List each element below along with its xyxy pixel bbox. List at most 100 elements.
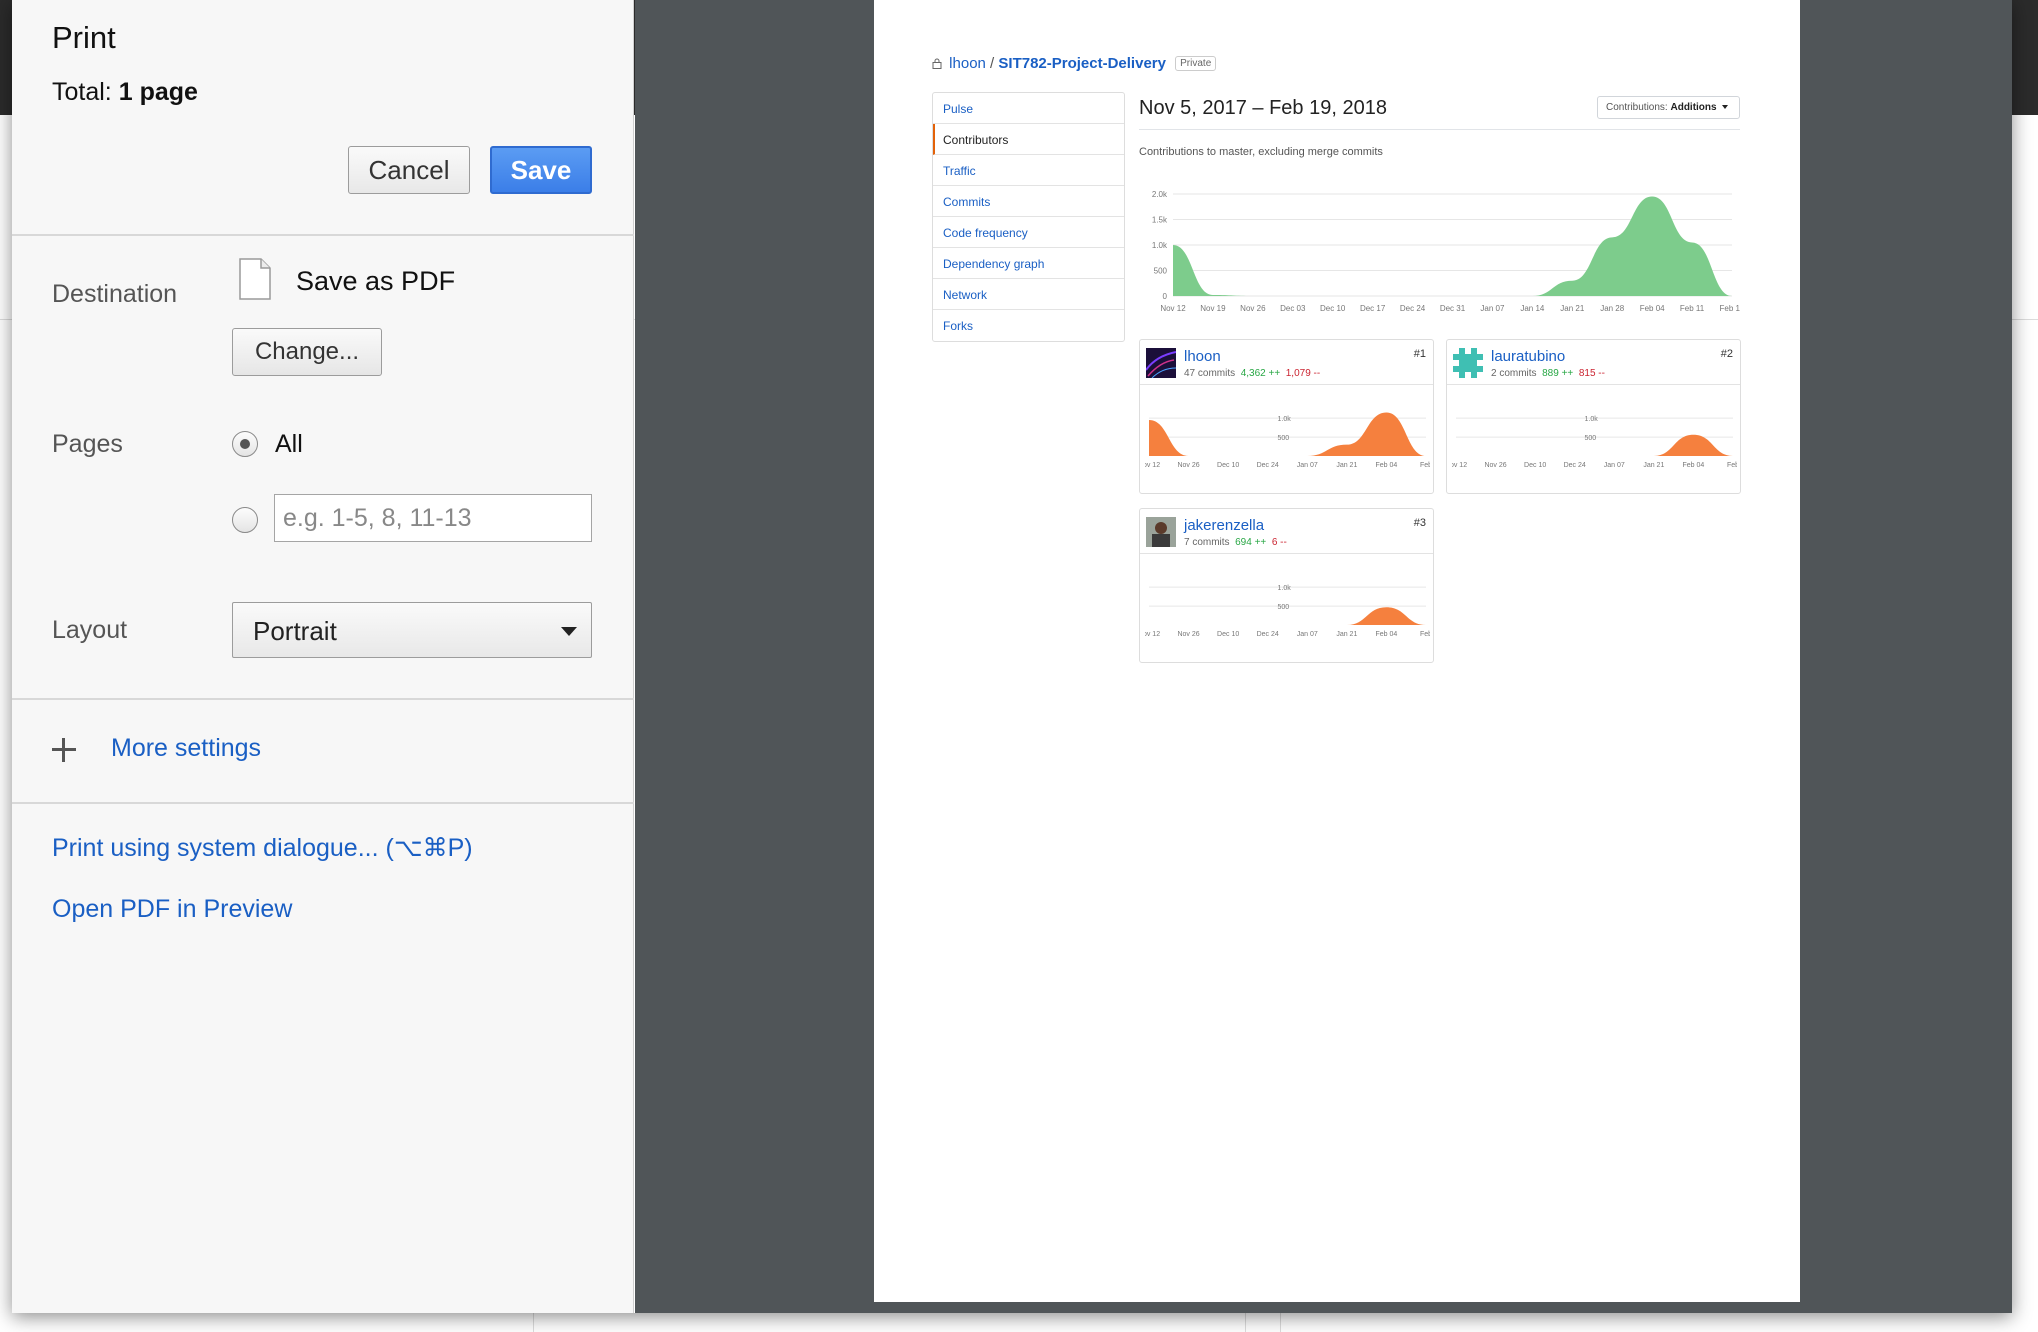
- x-tick-label: Nov 12: [1452, 462, 1467, 469]
- y-tick-label: 0: [1163, 292, 1168, 301]
- dropdown-arrow-icon: [561, 627, 577, 636]
- menu-item-dependency-graph[interactable]: Dependency graph: [933, 248, 1124, 279]
- x-tick-label: Dec 10: [1217, 462, 1239, 469]
- deletions-count: 815 --: [1578, 368, 1605, 379]
- total-pages: Total: 1 page: [52, 78, 198, 107]
- plus-icon: [52, 738, 76, 762]
- x-tick-label: Nov 26: [1177, 462, 1199, 469]
- contributor-rank: #2: [1720, 348, 1733, 360]
- private-badge: Private: [1175, 56, 1217, 71]
- y-tick-label: 500: [1585, 435, 1597, 442]
- destination-label: Destination: [52, 280, 178, 308]
- series-area: [1173, 196, 1732, 296]
- pages-all-radio[interactable]: [232, 431, 258, 457]
- main-contributions-chart: 2.0k 1.5k 1.0k 500 0 Nov 12 Nov 19 Nov 26 Dec 03…: [1152, 190, 1740, 313]
- contributions-select[interactable]: Contributions: Additions: [1597, 96, 1740, 119]
- x-tick-label: Feb 11: [1680, 304, 1705, 313]
- avatar-image-icon: [1145, 348, 1177, 379]
- contributor-header: lhoon 47 commits 4,362 ++ 1,079 -- #1: [1140, 340, 1433, 385]
- x-tick-label: Feb: [1420, 462, 1430, 469]
- more-settings-label: More settings: [111, 734, 262, 762]
- y-tick-label: 1.0k: [1278, 585, 1292, 592]
- destination-value: Save as PDF: [296, 266, 456, 296]
- insights-menu: Pulse Contributors Traffic Commits Code freq…: [932, 92, 1125, 342]
- contributor-header: lauratubino 2 commits 889 ++ 815 -- #2: [1447, 340, 1740, 385]
- menu-item-traffic[interactable]: Traffic: [933, 155, 1124, 186]
- x-tick-label: Dec 10: [1320, 304, 1346, 313]
- x-tick-label: Jan 21: [1336, 462, 1357, 469]
- contributor-card: lauratubino 2 commits 889 ++ 815 -- #2 1.0k…: [1446, 339, 1741, 494]
- pdf-file-icon: [239, 258, 271, 300]
- change-destination-button[interactable]: Change...: [232, 328, 382, 376]
- x-tick-label: Nov 26: [1484, 462, 1506, 469]
- menu-item-network[interactable]: Network: [933, 279, 1124, 310]
- y-tick-label: 500: [1278, 604, 1290, 611]
- deletions-count: 1,079 --: [1285, 368, 1321, 379]
- print-preview-area: lhoon / SIT782-Project-Delivery Private …: [635, 0, 2012, 1313]
- open-pdf-preview-link[interactable]: Open PDF in Preview: [52, 895, 292, 924]
- x-tick-label: Nov 19: [1200, 304, 1226, 313]
- deletions-count: 6 --: [1271, 537, 1287, 548]
- avatar[interactable]: [1453, 348, 1483, 378]
- x-tick-label: Nov 26: [1240, 304, 1266, 313]
- system-dialog-link[interactable]: Print using system dialogue... (⌥⌘P): [52, 833, 473, 863]
- radio-selected-dot: [240, 439, 250, 449]
- layout-select[interactable]: Portrait: [232, 602, 592, 658]
- contributor-chart: 1.0k 500 Nov 12 Nov 26 Dec 10 Dec 24 Jan 07 Jan…: [1145, 412, 1430, 469]
- y-tick-label: 1.0k: [1152, 241, 1168, 250]
- x-tick-label: Feb 04: [1376, 631, 1398, 638]
- total-value: 1 page: [118, 78, 198, 106]
- menu-item-forks[interactable]: Forks: [933, 310, 1124, 341]
- contributor-name-link[interactable]: jakerenzella: [1184, 517, 1264, 534]
- commit-count: 7 commits: [1184, 537, 1230, 548]
- pages-custom-radio[interactable]: [232, 507, 258, 533]
- pages-label: Pages: [52, 430, 123, 458]
- repo-breadcrumb: lhoon / SIT782-Project-Delivery Private: [932, 55, 1217, 72]
- x-tick-label: Nov 12: [1160, 304, 1186, 313]
- preview-page: lhoon / SIT782-Project-Delivery Private …: [874, 0, 1800, 1302]
- x-tick-label: Jan 07: [1604, 462, 1625, 469]
- contributor-header: jakerenzella 7 commits 694 ++ 6 -- #3: [1140, 509, 1433, 554]
- contributor-name-link[interactable]: lhoon: [1184, 348, 1221, 365]
- x-tick-label: Nov 12: [1145, 462, 1160, 469]
- y-tick-label: 2.0k: [1152, 190, 1168, 199]
- lock-icon: [932, 58, 942, 69]
- contributor-name-link[interactable]: lauratubino: [1491, 348, 1565, 365]
- x-tick-label: Dec 24: [1564, 462, 1586, 469]
- save-button[interactable]: Save: [490, 146, 592, 194]
- contributor-rank: #3: [1413, 517, 1426, 529]
- print-header: Print Total: 1 page Cancel Save: [12, 0, 634, 236]
- x-tick-label: Feb 04: [1683, 462, 1705, 469]
- x-tick-label: Dec 24: [1257, 631, 1279, 638]
- x-tick-label: Feb: [1420, 631, 1430, 638]
- contributor-chart: 1.0k 500 Nov 12 Nov 26 Dec 10 Dec 24 Jan 07 Jan…: [1452, 416, 1737, 469]
- contributor-stats: 7 commits 694 ++ 6 --: [1184, 537, 1287, 548]
- pages-range-input[interactable]: [274, 494, 592, 542]
- x-tick-label: Feb 04: [1640, 304, 1665, 313]
- menu-item-contributors[interactable]: Contributors: [933, 124, 1124, 155]
- avatar[interactable]: [1146, 517, 1176, 547]
- contributor-stats: 2 commits 889 ++ 815 --: [1491, 368, 1605, 379]
- contributions-subtitle: Contributions to master, excluding merge…: [1139, 146, 1383, 158]
- x-tick-label: Nov 12: [1145, 631, 1160, 638]
- x-tick-label: Jan 21: [1643, 462, 1664, 469]
- y-tick-label: 1.0k: [1585, 416, 1599, 423]
- additions-count: 694 ++: [1235, 537, 1267, 548]
- additions-count: 4,362 ++: [1240, 368, 1281, 379]
- menu-item-code-frequency[interactable]: Code frequency: [933, 217, 1124, 248]
- x-tick-label: Jan 28: [1600, 304, 1625, 313]
- repo-owner-link[interactable]: lhoon: [949, 55, 986, 72]
- menu-item-pulse[interactable]: Pulse: [933, 93, 1124, 124]
- y-tick-label: 500: [1278, 435, 1290, 442]
- dialog-title: Print: [52, 20, 116, 55]
- section-divider: [12, 802, 634, 804]
- avatar[interactable]: [1145, 348, 1177, 379]
- repo-name-link[interactable]: SIT782-Project-Delivery: [998, 55, 1166, 72]
- x-tick-label: Jan 14: [1520, 304, 1545, 313]
- x-tick-label: Dec 10: [1524, 462, 1546, 469]
- x-tick-label: Feb 04: [1376, 462, 1398, 469]
- pages-all-label[interactable]: All: [275, 430, 303, 459]
- more-settings-toggle[interactable]: More settings: [12, 700, 634, 802]
- menu-item-commits[interactable]: Commits: [933, 186, 1124, 217]
- cancel-button[interactable]: Cancel: [348, 146, 470, 194]
